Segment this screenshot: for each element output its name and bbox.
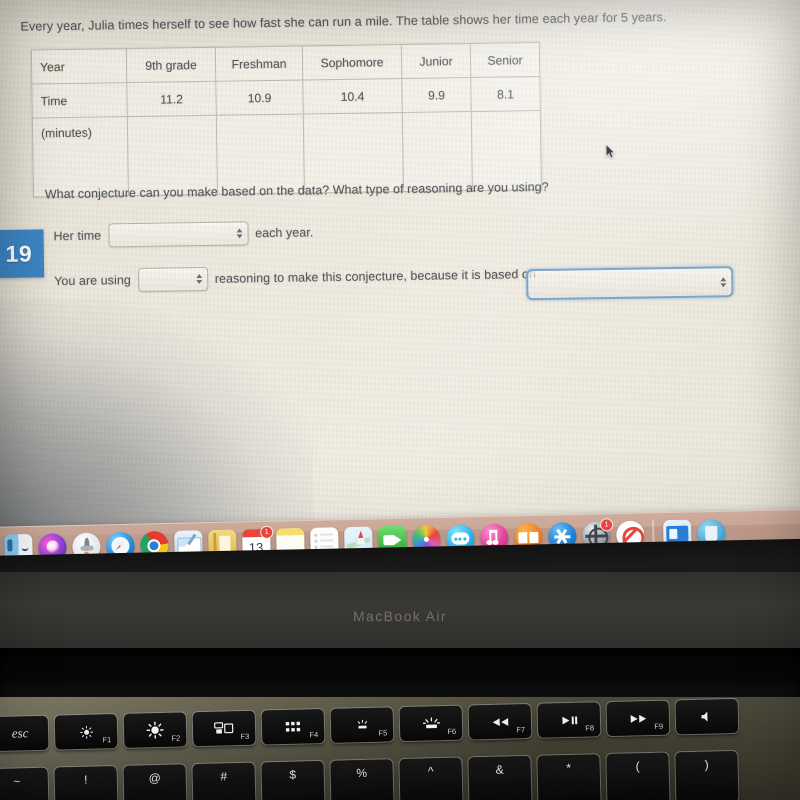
keyboard-light-up-icon <box>422 716 440 728</box>
key-f3-mission-control[interactable]: F3 <box>192 710 256 747</box>
key-label: * <box>566 760 572 776</box>
answer-line-1: Her time each year. <box>53 220 313 248</box>
key-label: ^ <box>427 764 434 779</box>
launchpad-grid-icon <box>285 721 300 732</box>
table-column-header: 9th grade <box>126 47 216 83</box>
key-esc[interactable]: esc <box>0 715 49 752</box>
system-preferences-badge: 1 <box>599 517 614 532</box>
table-cell-time: 10.4 <box>302 78 403 114</box>
key-f9-fast-forward[interactable]: F9 <box>606 700 670 737</box>
table-cell-empty <box>127 115 218 196</box>
stepper-arrows-icon <box>236 228 243 239</box>
table-cell-time: 11.2 <box>126 81 217 117</box>
key-paren-open[interactable]: ( <box>606 752 670 800</box>
table-column-header: Sophomore <box>302 44 402 80</box>
key-f6-fn-label: F6 <box>447 726 457 736</box>
fast-forward-icon <box>630 714 646 723</box>
table-row-label-year: Year <box>31 48 127 85</box>
key-label: @ <box>148 770 162 786</box>
reasoning-type-dropdown[interactable] <box>137 266 209 292</box>
key-f4-launchpad[interactable]: F4 <box>261 709 325 745</box>
table-row-label-minutes: (minutes) <box>32 116 129 198</box>
key-at[interactable]: @ <box>123 764 187 800</box>
answer-label-her-time: Her time <box>53 228 102 244</box>
macbook-air-label: MacBook Air <box>353 608 447 624</box>
play-pause-icon <box>561 715 577 725</box>
key-label: & <box>495 762 504 777</box>
table-column-header: Junior <box>401 43 471 79</box>
table-row-label-time: Time <box>31 82 128 119</box>
table-column-header: Senior <box>470 42 540 78</box>
key-f5-fn-label: F5 <box>378 728 388 738</box>
key-ampersand[interactable]: & <box>468 755 532 800</box>
trend-dropdown[interactable] <box>108 221 249 248</box>
key-tilde[interactable]: ~ <box>0 767 49 800</box>
basis-dropdown-focused[interactable] <box>526 266 734 301</box>
key-hash[interactable]: # <box>192 762 256 800</box>
key-paren-close[interactable]: ) <box>675 750 739 800</box>
key-f3-fn-label: F3 <box>240 731 250 742</box>
rewind-icon <box>492 717 508 726</box>
key-label: $ <box>289 767 297 782</box>
key-esc-label: esc <box>11 725 29 741</box>
answer-line-2: You are using reasoning to make this con… <box>54 262 536 293</box>
key-f8-play-pause[interactable]: F8 <box>537 702 601 738</box>
problem-prompt: Every year, Julia times herself to see h… <box>20 10 667 34</box>
key-f7-rewind[interactable]: F7 <box>468 703 532 740</box>
mouse-pointer-icon <box>605 143 616 159</box>
webpage-content: Every year, Julia times herself to see h… <box>0 0 800 601</box>
key-f6-keyboard-light-up[interactable]: F6 <box>399 705 463 742</box>
key-percent[interactable]: % <box>330 759 394 800</box>
volume-mute-icon <box>701 711 708 722</box>
table-cell-time: 9.9 <box>401 77 472 113</box>
keyboard-light-down-icon <box>357 719 367 729</box>
question-number-badge: 19 <box>0 229 45 279</box>
table-cell-empty <box>216 113 305 195</box>
table-column-header: Freshman <box>215 45 303 82</box>
table-cell-empty <box>471 110 542 191</box>
data-table: Year 9th grade Freshman Sophomore Junior… <box>31 42 542 198</box>
table-cell-time: 8.1 <box>470 76 541 112</box>
brightness-down-icon <box>79 725 93 739</box>
key-f9-fn-label: F9 <box>654 721 664 731</box>
key-dollar[interactable]: $ <box>261 760 325 800</box>
key-label: # <box>220 769 228 784</box>
key-f4-fn-label: F4 <box>309 730 319 740</box>
stepper-arrows-icon <box>195 274 202 285</box>
key-label: ! <box>83 772 88 787</box>
table-cell-empty <box>303 112 404 193</box>
key-label: ) <box>704 757 709 772</box>
key-asterisk[interactable]: * <box>537 754 601 800</box>
key-label: ~ <box>13 774 21 789</box>
key-f2-fn-label: F2 <box>171 733 181 743</box>
answer-label-you-are-using: You are using <box>54 273 131 289</box>
key-label: ( <box>635 759 640 774</box>
laptop-screen: Every year, Julia times herself to see h… <box>0 0 800 601</box>
answer-label-because: reasoning to make this conjecture, becau… <box>214 267 537 286</box>
laptop-hinge <box>0 648 800 700</box>
key-f5-keyboard-light-down[interactable]: F5 <box>330 707 394 743</box>
key-f10-volume-mute[interactable] <box>675 698 739 735</box>
stepper-arrows-icon <box>720 276 727 287</box>
key-caret[interactable]: ^ <box>399 757 463 800</box>
key-label: % <box>356 765 368 781</box>
key-f2-brightness-up[interactable]: F2 <box>123 712 187 748</box>
answer-label-each-year: each year. <box>255 225 314 241</box>
key-f7-fn-label: F7 <box>516 725 526 735</box>
key-f1-brightness-down[interactable]: F1 <box>54 714 118 750</box>
brightness-up-icon <box>146 721 164 739</box>
answer-line-3 <box>526 266 734 301</box>
mission-control-icon <box>214 722 234 734</box>
table-cell-time: 10.9 <box>215 79 304 116</box>
table-cell-empty <box>402 111 473 192</box>
key-f1-fn-label: F1 <box>102 735 112 745</box>
photo-of-laptop-screen: Every year, Julia times herself to see h… <box>0 0 800 800</box>
calendar-badge: 1 <box>260 525 274 539</box>
key-exclamation[interactable]: ! <box>54 765 118 800</box>
key-f8-fn-label: F8 <box>585 723 595 733</box>
